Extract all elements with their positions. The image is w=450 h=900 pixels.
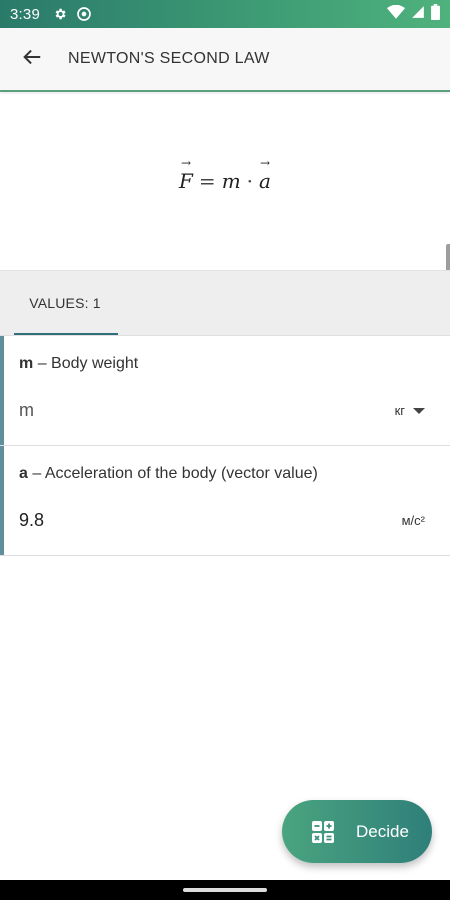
status-bar: 3:39 bbox=[0, 0, 450, 28]
mass-unit-dropdown[interactable]: кг bbox=[395, 403, 425, 418]
sync-circle-icon bbox=[76, 6, 92, 22]
tab-indicator bbox=[14, 333, 118, 335]
param-row-acceleration[interactable]: a – Acceleration of the body (vector val… bbox=[0, 446, 450, 556]
param-description: Acceleration of the body (vector value) bbox=[44, 465, 318, 482]
row-accent bbox=[0, 336, 4, 445]
acceleration-unit: м/с² bbox=[402, 513, 425, 528]
battery-icon bbox=[431, 4, 440, 24]
unit-label: м/с² bbox=[401, 513, 425, 528]
formula-force: F bbox=[179, 169, 193, 193]
param-label: a – Acceleration of the body (vector val… bbox=[19, 465, 318, 483]
formula: F=m·a bbox=[179, 169, 271, 193]
arrow-left-icon bbox=[21, 46, 43, 73]
param-symbol: m bbox=[19, 355, 34, 372]
settings-gear-icon bbox=[52, 6, 68, 22]
param-label: m – Body weight bbox=[19, 355, 138, 373]
status-time: 3:39 bbox=[10, 5, 40, 23]
row-accent bbox=[0, 446, 4, 555]
decide-button[interactable]: Decide bbox=[282, 800, 432, 863]
tab-values[interactable]: VALUES: 1 bbox=[14, 271, 118, 335]
mass-input[interactable]: m bbox=[19, 400, 34, 421]
dropdown-arrow-icon bbox=[413, 407, 425, 414]
signal-icon bbox=[411, 5, 425, 23]
unit-label: кг bbox=[394, 403, 405, 418]
system-nav-bar bbox=[0, 880, 450, 900]
param-description: Body weight bbox=[51, 355, 139, 372]
tab-values-label: VALUES: 1 bbox=[29, 295, 101, 311]
page-title: NEWTON'S SECOND LAW bbox=[68, 50, 270, 67]
formula-acceleration: a bbox=[259, 169, 271, 193]
param-symbol: a bbox=[19, 465, 28, 482]
calculator-icon bbox=[310, 819, 336, 845]
param-row-mass[interactable]: m – Body weight m кг bbox=[0, 336, 450, 446]
formula-mass: m bbox=[221, 169, 241, 193]
decide-label: Decide bbox=[356, 821, 409, 841]
back-button[interactable] bbox=[0, 27, 64, 91]
acceleration-input[interactable]: 9.8 bbox=[19, 510, 44, 531]
formula-equals: = bbox=[198, 169, 216, 193]
formula-display: F=m·a bbox=[0, 94, 450, 308]
wifi-icon bbox=[387, 4, 405, 23]
formula-dot: · bbox=[246, 169, 254, 193]
app-bar: NEWTON'S SECOND LAW bbox=[0, 28, 450, 92]
tab-bar: VALUES: 1 bbox=[0, 270, 450, 336]
param-dash: – bbox=[37, 355, 47, 372]
home-handle[interactable] bbox=[183, 888, 267, 892]
param-dash: – bbox=[32, 465, 42, 482]
